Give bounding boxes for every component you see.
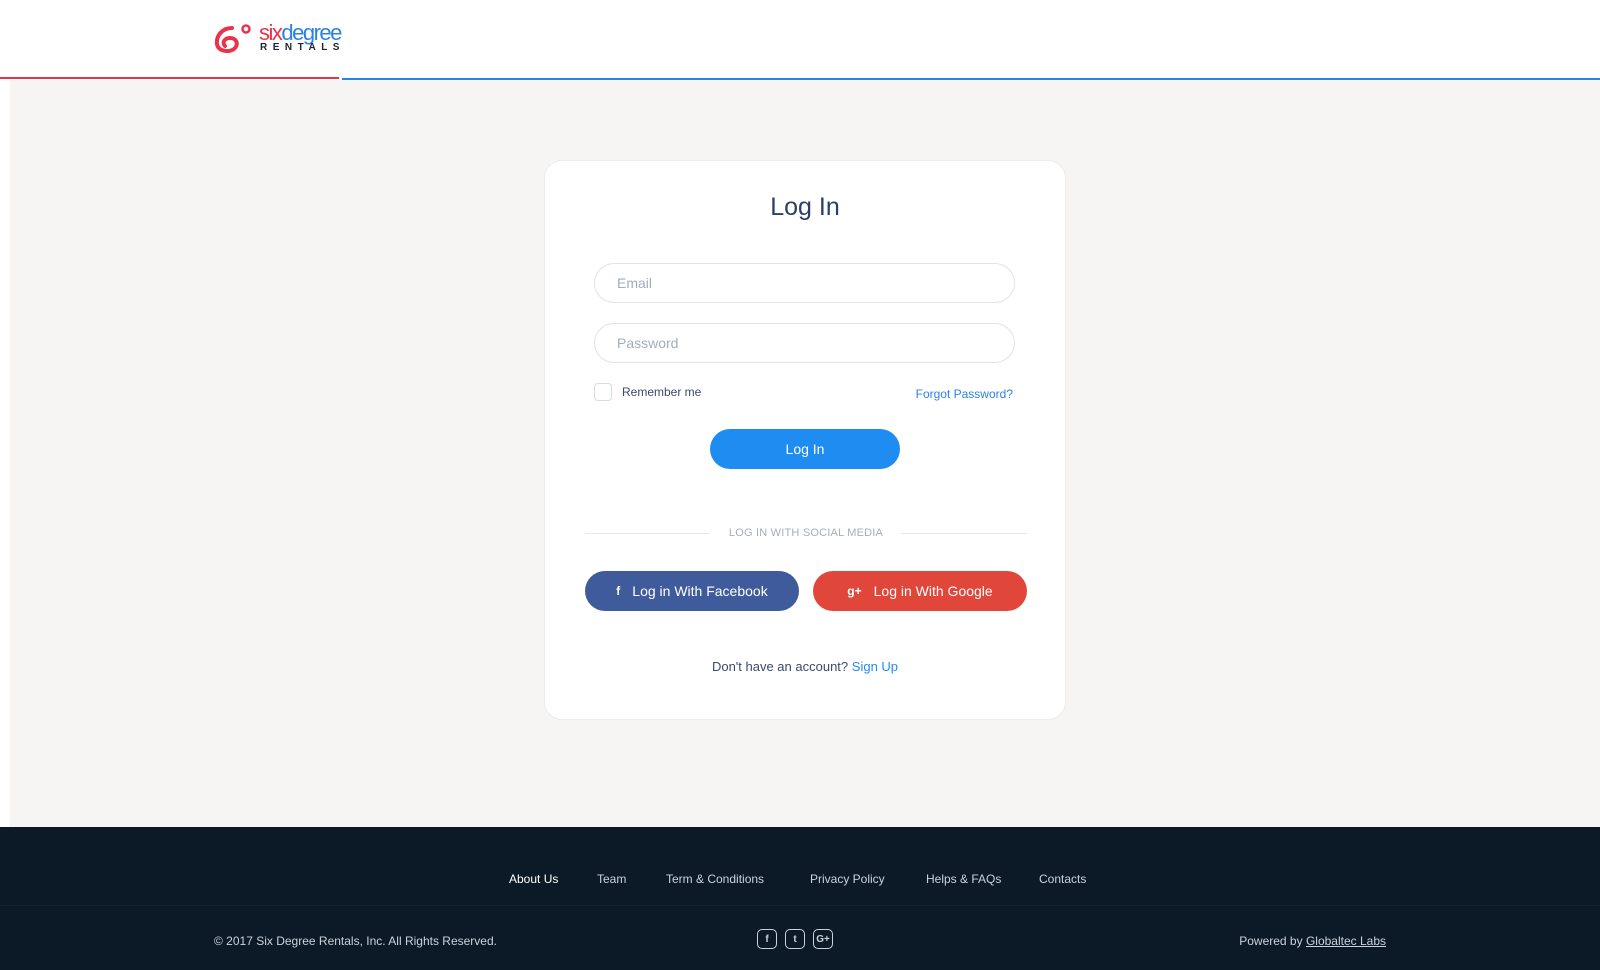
powered-by-prefix: Powered by (1239, 934, 1303, 948)
site-footer: About Us Team Term & Conditions Privacy … (0, 827, 1600, 970)
social-divider: LOG IN WITH SOCIAL MEDIA (585, 527, 1027, 541)
site-logo[interactable]: sixdegree RENTALS (214, 20, 344, 56)
forgot-password-link[interactable]: Forgot Password? (916, 387, 1013, 401)
footer-link-contacts[interactable]: Contacts (1039, 872, 1086, 886)
password-input[interactable] (594, 323, 1015, 363)
footer-link-privacy[interactable]: Privacy Policy (810, 872, 885, 886)
header-accent-rule-red (0, 77, 339, 79)
facebook-login-label: Log in With Facebook (632, 583, 768, 599)
remember-me-control[interactable]: Remember me (594, 383, 701, 401)
remember-me-label: Remember me (622, 385, 702, 399)
powered-by: Powered by Globaltec Labs (1239, 934, 1386, 948)
site-header: sixdegree RENTALS (0, 0, 1600, 80)
logo-mark-icon (214, 24, 251, 54)
logo-tagline: RENTALS (260, 42, 345, 53)
google-login-label: Log in With Google (873, 583, 993, 599)
login-button[interactable]: Log In (710, 429, 900, 469)
google-plus-icon: g+ (847, 584, 862, 598)
footer-link-terms[interactable]: Term & Conditions (666, 872, 764, 886)
login-card: Log In Remember me Forgot Password? Log … (544, 160, 1066, 720)
facebook-login-button[interactable]: f Log in With Facebook (585, 571, 799, 611)
twitter-icon[interactable]: t (785, 929, 805, 949)
login-title: Log In (770, 193, 840, 221)
footer-nav: About Us Team Term & Conditions Privacy … (0, 872, 1600, 892)
signup-prompt-text: Don't have an account? (711, 659, 849, 674)
powered-by-link[interactable]: Globaltec Labs (1306, 934, 1386, 948)
footer-link-faqs[interactable]: Helps & FAQs (926, 872, 1001, 886)
google-plus-icon[interactable]: G+ (813, 929, 833, 949)
footer-divider (0, 905, 1600, 906)
signup-prompt: Don't have an account? Sign Up (545, 659, 1065, 674)
facebook-icon[interactable]: f (757, 929, 777, 949)
divider-line-right (901, 533, 1027, 534)
google-login-button[interactable]: g+ Log in With Google (813, 571, 1027, 611)
copyright-text: © 2017 Six Degree Rentals, Inc. All Righ… (214, 934, 497, 948)
signup-link[interactable]: Sign Up (852, 659, 898, 674)
footer-link-team[interactable]: Team (597, 872, 626, 886)
footer-social-links: f t G+ (757, 929, 833, 949)
main-area: Log In Remember me Forgot Password? Log … (10, 80, 1600, 827)
facebook-icon: f (616, 584, 621, 598)
remember-me-checkbox[interactable] (594, 383, 612, 401)
email-input[interactable] (594, 263, 1015, 303)
footer-link-about-us[interactable]: About Us (509, 872, 558, 886)
